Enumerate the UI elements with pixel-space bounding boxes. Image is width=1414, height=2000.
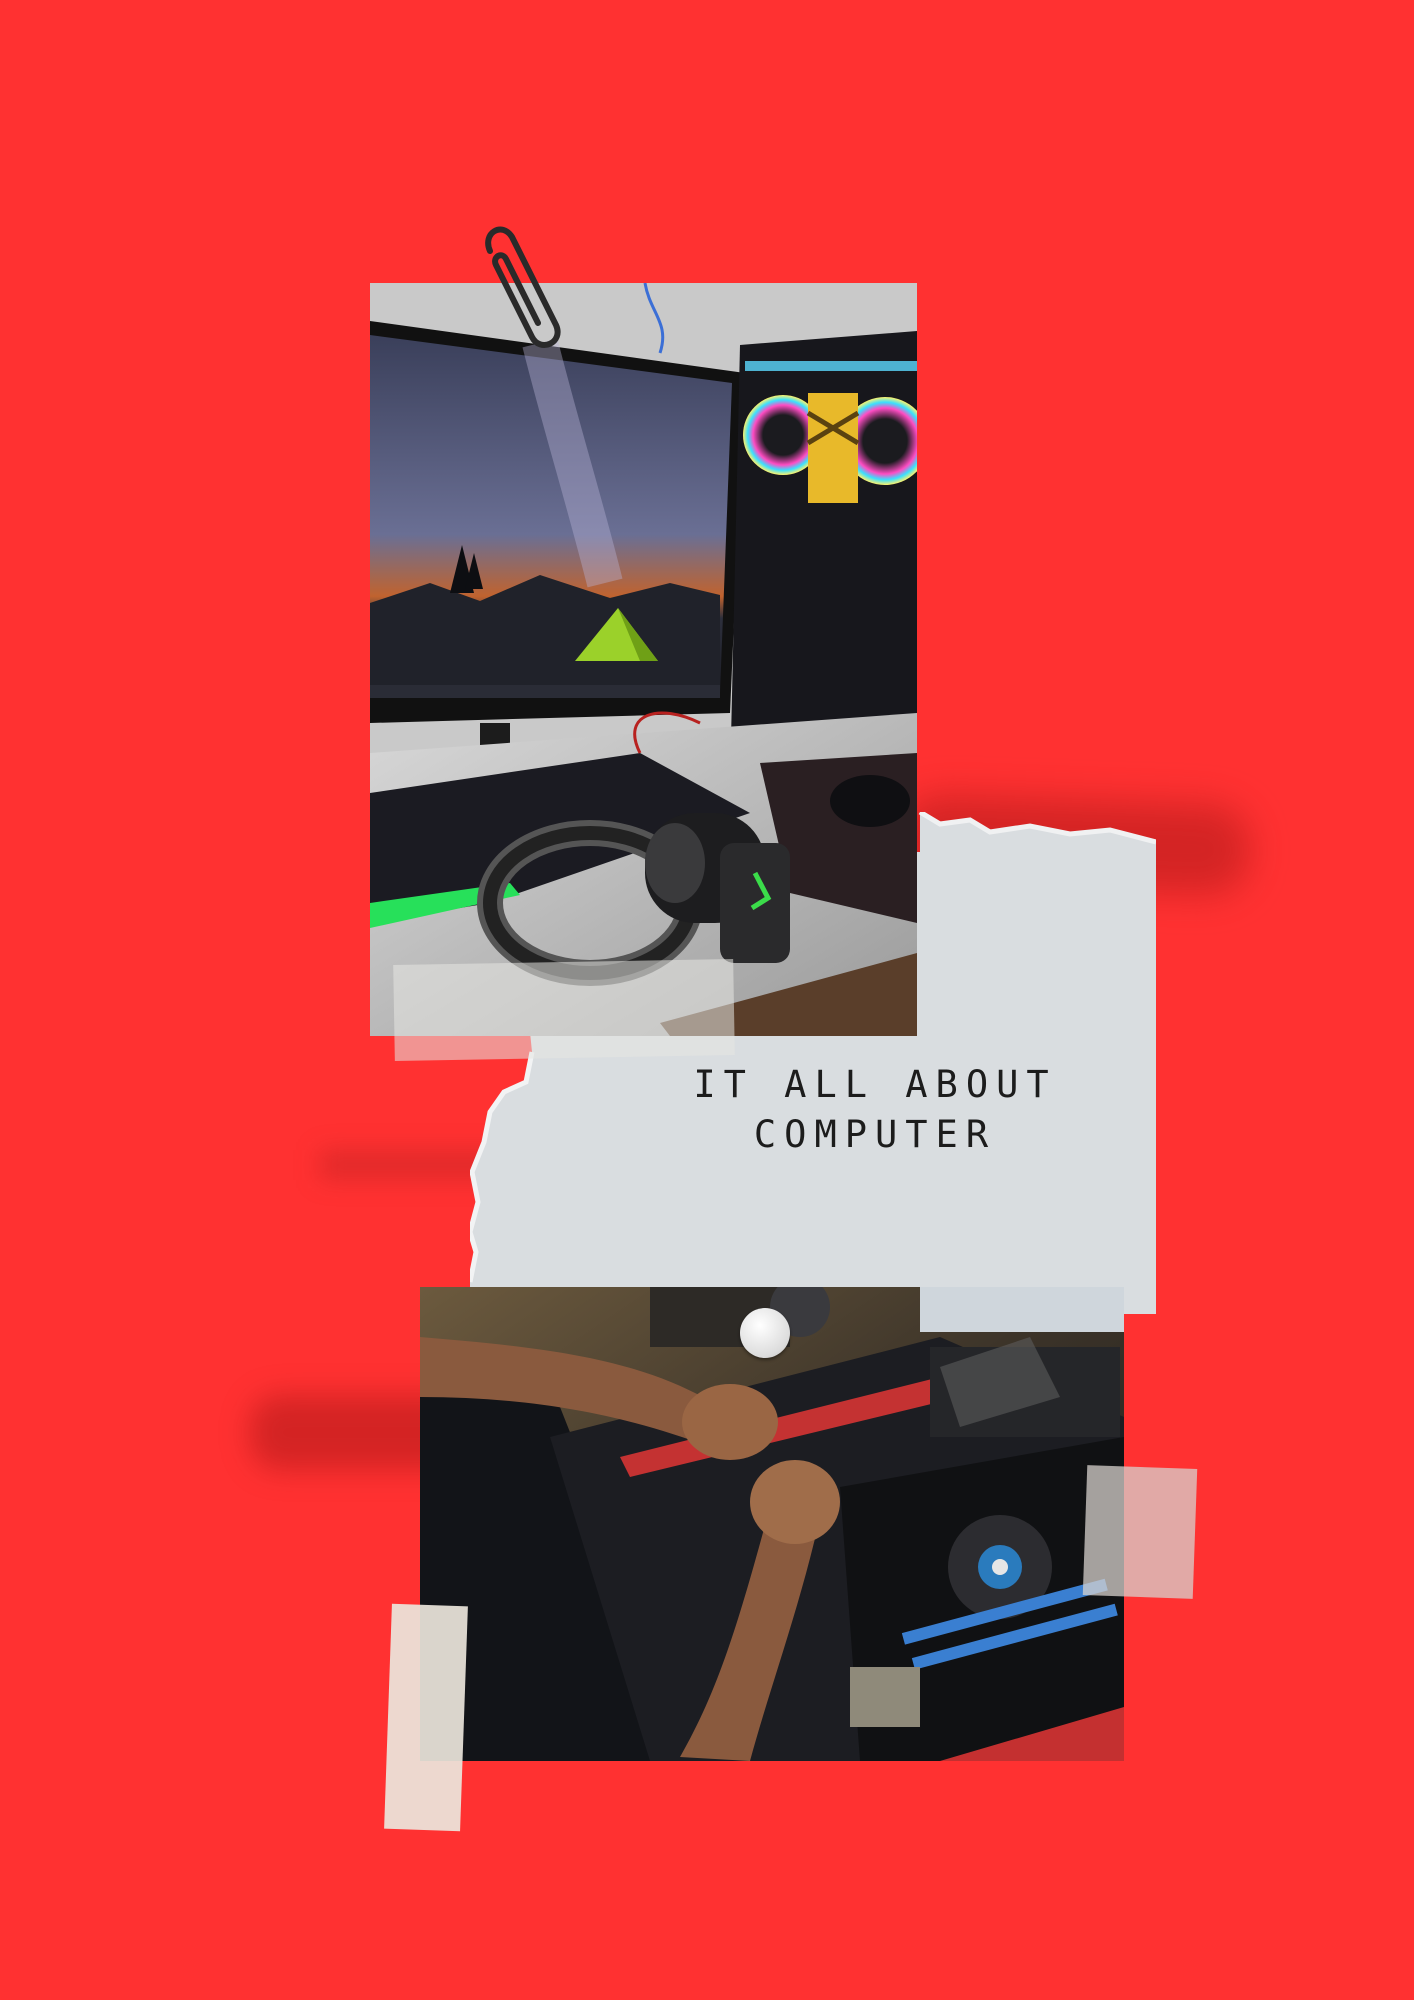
tape-strip <box>1082 1465 1198 1599</box>
caption-line-1: IT ALL ABOUT <box>693 1063 1057 1106</box>
caption-line-2: COMPUTER <box>753 1113 997 1156</box>
gaming-pc-desk-photo <box>370 283 917 1036</box>
tape-strip <box>384 1603 468 1832</box>
tape-strip <box>393 959 735 1061</box>
pc-assembly-hands-photo <box>420 1287 1124 1761</box>
paperclip-icon <box>460 215 570 355</box>
push-pin-icon <box>740 1308 790 1358</box>
caption-text: IT ALL ABOUT COMPUTER <box>640 1060 1110 1160</box>
